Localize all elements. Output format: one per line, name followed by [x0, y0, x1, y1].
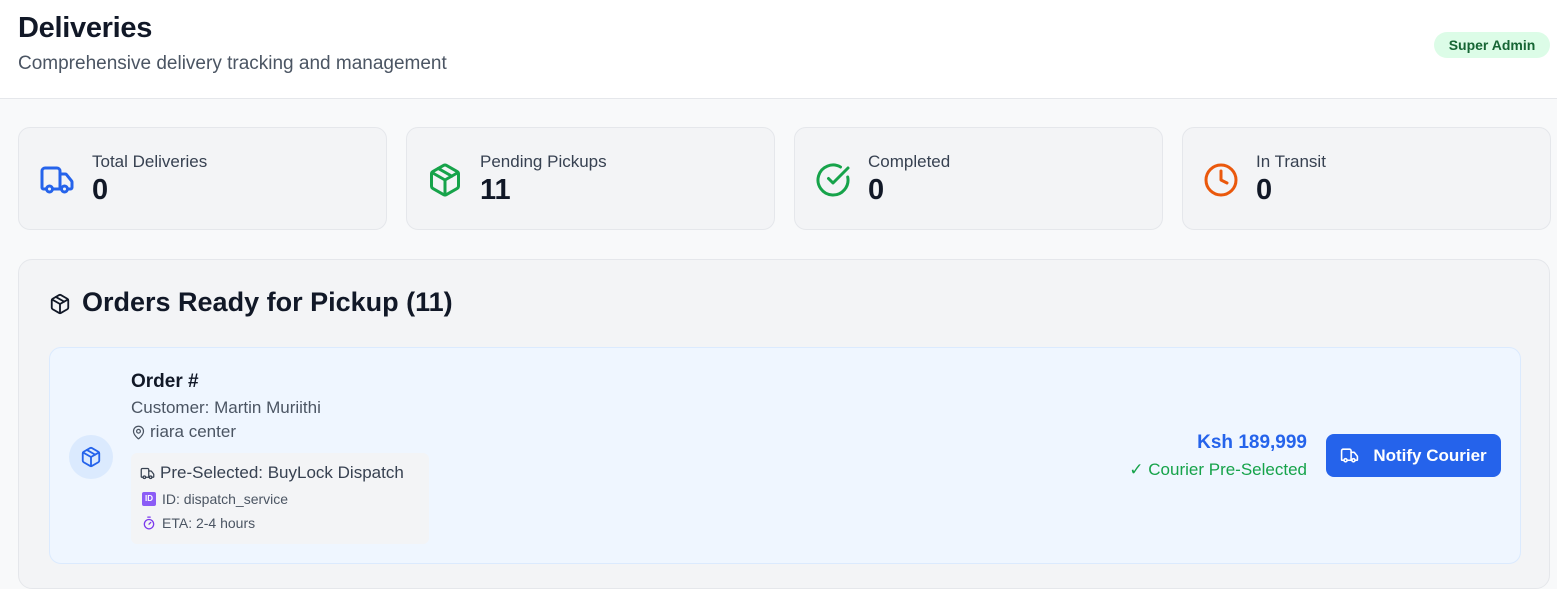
stat-card-total-deliveries: Total Deliveries 0 — [18, 127, 387, 230]
stat-value: 11 — [480, 174, 511, 206]
courier-id: ID: dispatch_service — [162, 491, 289, 507]
stat-card-pending-pickups: Pending Pickups 11 — [406, 127, 775, 230]
stat-value: 0 — [92, 174, 109, 206]
role-badge: Super Admin — [1434, 32, 1550, 58]
stat-card-completed: Completed 0 — [794, 127, 1163, 230]
truck-icon — [1341, 448, 1359, 463]
courier-info-box: Pre-Selected: BuyLock Dispatch ID ID: di… — [131, 453, 429, 544]
pickup-section: Orders Ready for Pickup (11) Order # Cus… — [18, 259, 1550, 589]
order-location: riara center — [131, 422, 236, 442]
order-customer: Customer: Martin Muriithi — [131, 398, 321, 417]
stopwatch-icon — [143, 516, 155, 530]
order-avatar — [69, 435, 113, 479]
package-icon — [81, 446, 101, 468]
stat-label: Pending Pickups — [480, 152, 607, 171]
stat-label: In Transit — [1256, 152, 1326, 171]
page-subtitle: Comprehensive delivery tracking and mana… — [18, 53, 447, 74]
stat-value: 0 — [868, 174, 885, 206]
courier-status: ✓ Courier Pre-Selected — [1129, 460, 1307, 479]
courier-eta: ETA: 2-4 hours — [162, 515, 256, 531]
order-card: Order # Customer: Martin Muriithi riara … — [49, 347, 1521, 564]
location-text: riara center — [150, 422, 236, 441]
id-icon: ID — [142, 492, 156, 506]
order-price: Ksh 189,999 — [1197, 432, 1307, 453]
courier-name-row: Pre-Selected: BuyLock Dispatch — [140, 463, 404, 483]
notify-courier-label: Notify Courier — [1373, 445, 1487, 465]
package-icon — [427, 162, 463, 198]
order-title: Order # — [131, 371, 199, 392]
map-pin-icon — [132, 425, 145, 439]
stat-label: Total Deliveries — [92, 152, 208, 171]
notify-courier-button[interactable]: Notify Courier — [1326, 434, 1501, 477]
stat-card-in-transit: In Transit 0 — [1182, 127, 1551, 230]
package-icon — [49, 293, 71, 315]
check-circle-icon — [815, 162, 851, 198]
truck-icon — [39, 162, 75, 198]
section-title: Orders Ready for Pickup (11) — [82, 287, 453, 317]
stat-value: 0 — [1256, 174, 1273, 206]
clock-icon — [1203, 162, 1239, 198]
courier-id-row: ID ID: dispatch_service — [142, 491, 288, 507]
stat-label: Completed — [868, 152, 951, 171]
page-header: Deliveries Comprehensive delivery tracki… — [0, 0, 1557, 99]
truck-icon — [140, 467, 155, 479]
page-title: Deliveries — [18, 12, 153, 44]
courier-name: Pre-Selected: BuyLock Dispatch — [160, 463, 404, 482]
courier-eta-row: ETA: 2-4 hours — [142, 515, 255, 531]
